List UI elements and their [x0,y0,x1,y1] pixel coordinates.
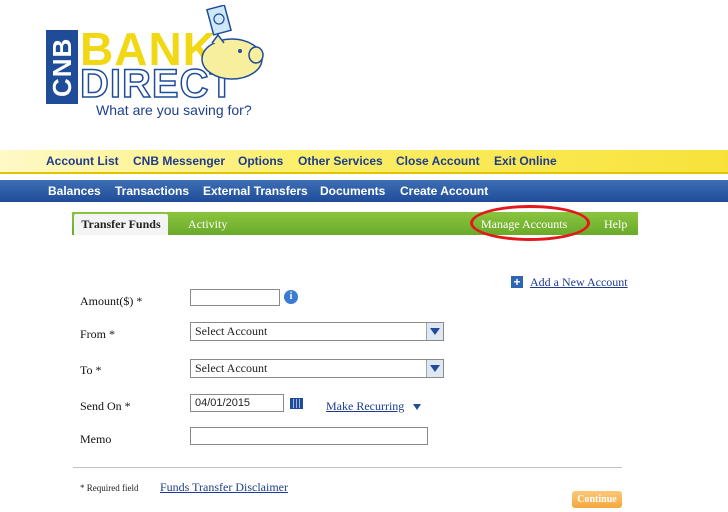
from-label: From * [80,327,116,341]
logo-tagline: What are you saving for? [96,102,252,118]
tab-activity[interactable]: Activity [188,217,227,232]
subnav-documents[interactable]: Documents [320,184,385,198]
from-account-value: Select Account [195,324,268,338]
top-navigation: Account List CNB Messenger Options Other… [0,150,728,172]
funds-transfer-disclaimer-link[interactable]: Funds Transfer Disclaimer [160,480,288,495]
subnav-external-transfers[interactable]: External Transfers [203,184,308,198]
chevron-down-icon[interactable] [413,404,421,410]
nav-options[interactable]: Options [238,154,283,168]
nav-divider [0,172,728,174]
continue-button[interactable]: Continue [572,491,622,508]
chevron-down-icon[interactable] [426,323,443,340]
to-label: To * [80,363,102,377]
add-new-account-link[interactable]: Add a New Account [530,275,628,290]
sub-navigation: Balances Transactions External Transfers… [0,180,728,202]
nav-other-services[interactable]: Other Services [298,154,383,168]
memo-input[interactable] [190,427,428,445]
to-account-value: Select Account [195,361,268,375]
nav-close-account[interactable]: Close Account [396,154,480,168]
subnav-balances[interactable]: Balances [48,184,101,198]
plus-icon[interactable]: + [511,276,523,288]
piggy-bank-logo-icon [201,5,264,80]
nav-account-list[interactable]: Account List [46,154,119,168]
chevron-down-icon[interactable] [426,360,443,377]
send-on-date-input[interactable]: 04/01/2015 [190,394,284,412]
make-recurring-link[interactable]: Make Recurring [326,399,404,414]
amount-input[interactable] [190,289,280,306]
tab-transfer-funds[interactable]: Transfer Funds [74,214,168,235]
memo-label: Memo [80,432,112,446]
nav-exit-online[interactable]: Exit Online [494,154,557,168]
to-account-select[interactable]: Select Account [190,359,444,378]
subnav-transactions[interactable]: Transactions [115,184,189,198]
subnav-create-account[interactable]: Create Account [400,184,488,198]
info-icon[interactable]: i [284,290,298,304]
highlight-circle [470,205,590,241]
send-on-label: Send On * [80,399,131,413]
required-field-note: * Required field [80,483,139,493]
from-account-select[interactable]: Select Account [190,322,444,341]
logo-cnb: CNB [46,30,78,104]
tab-help[interactable]: Help [604,217,627,232]
calendar-icon[interactable] [290,398,303,409]
amount-label: Amount($) * [80,294,143,308]
form-divider [73,467,622,468]
nav-cnb-messenger[interactable]: CNB Messenger [133,154,225,168]
